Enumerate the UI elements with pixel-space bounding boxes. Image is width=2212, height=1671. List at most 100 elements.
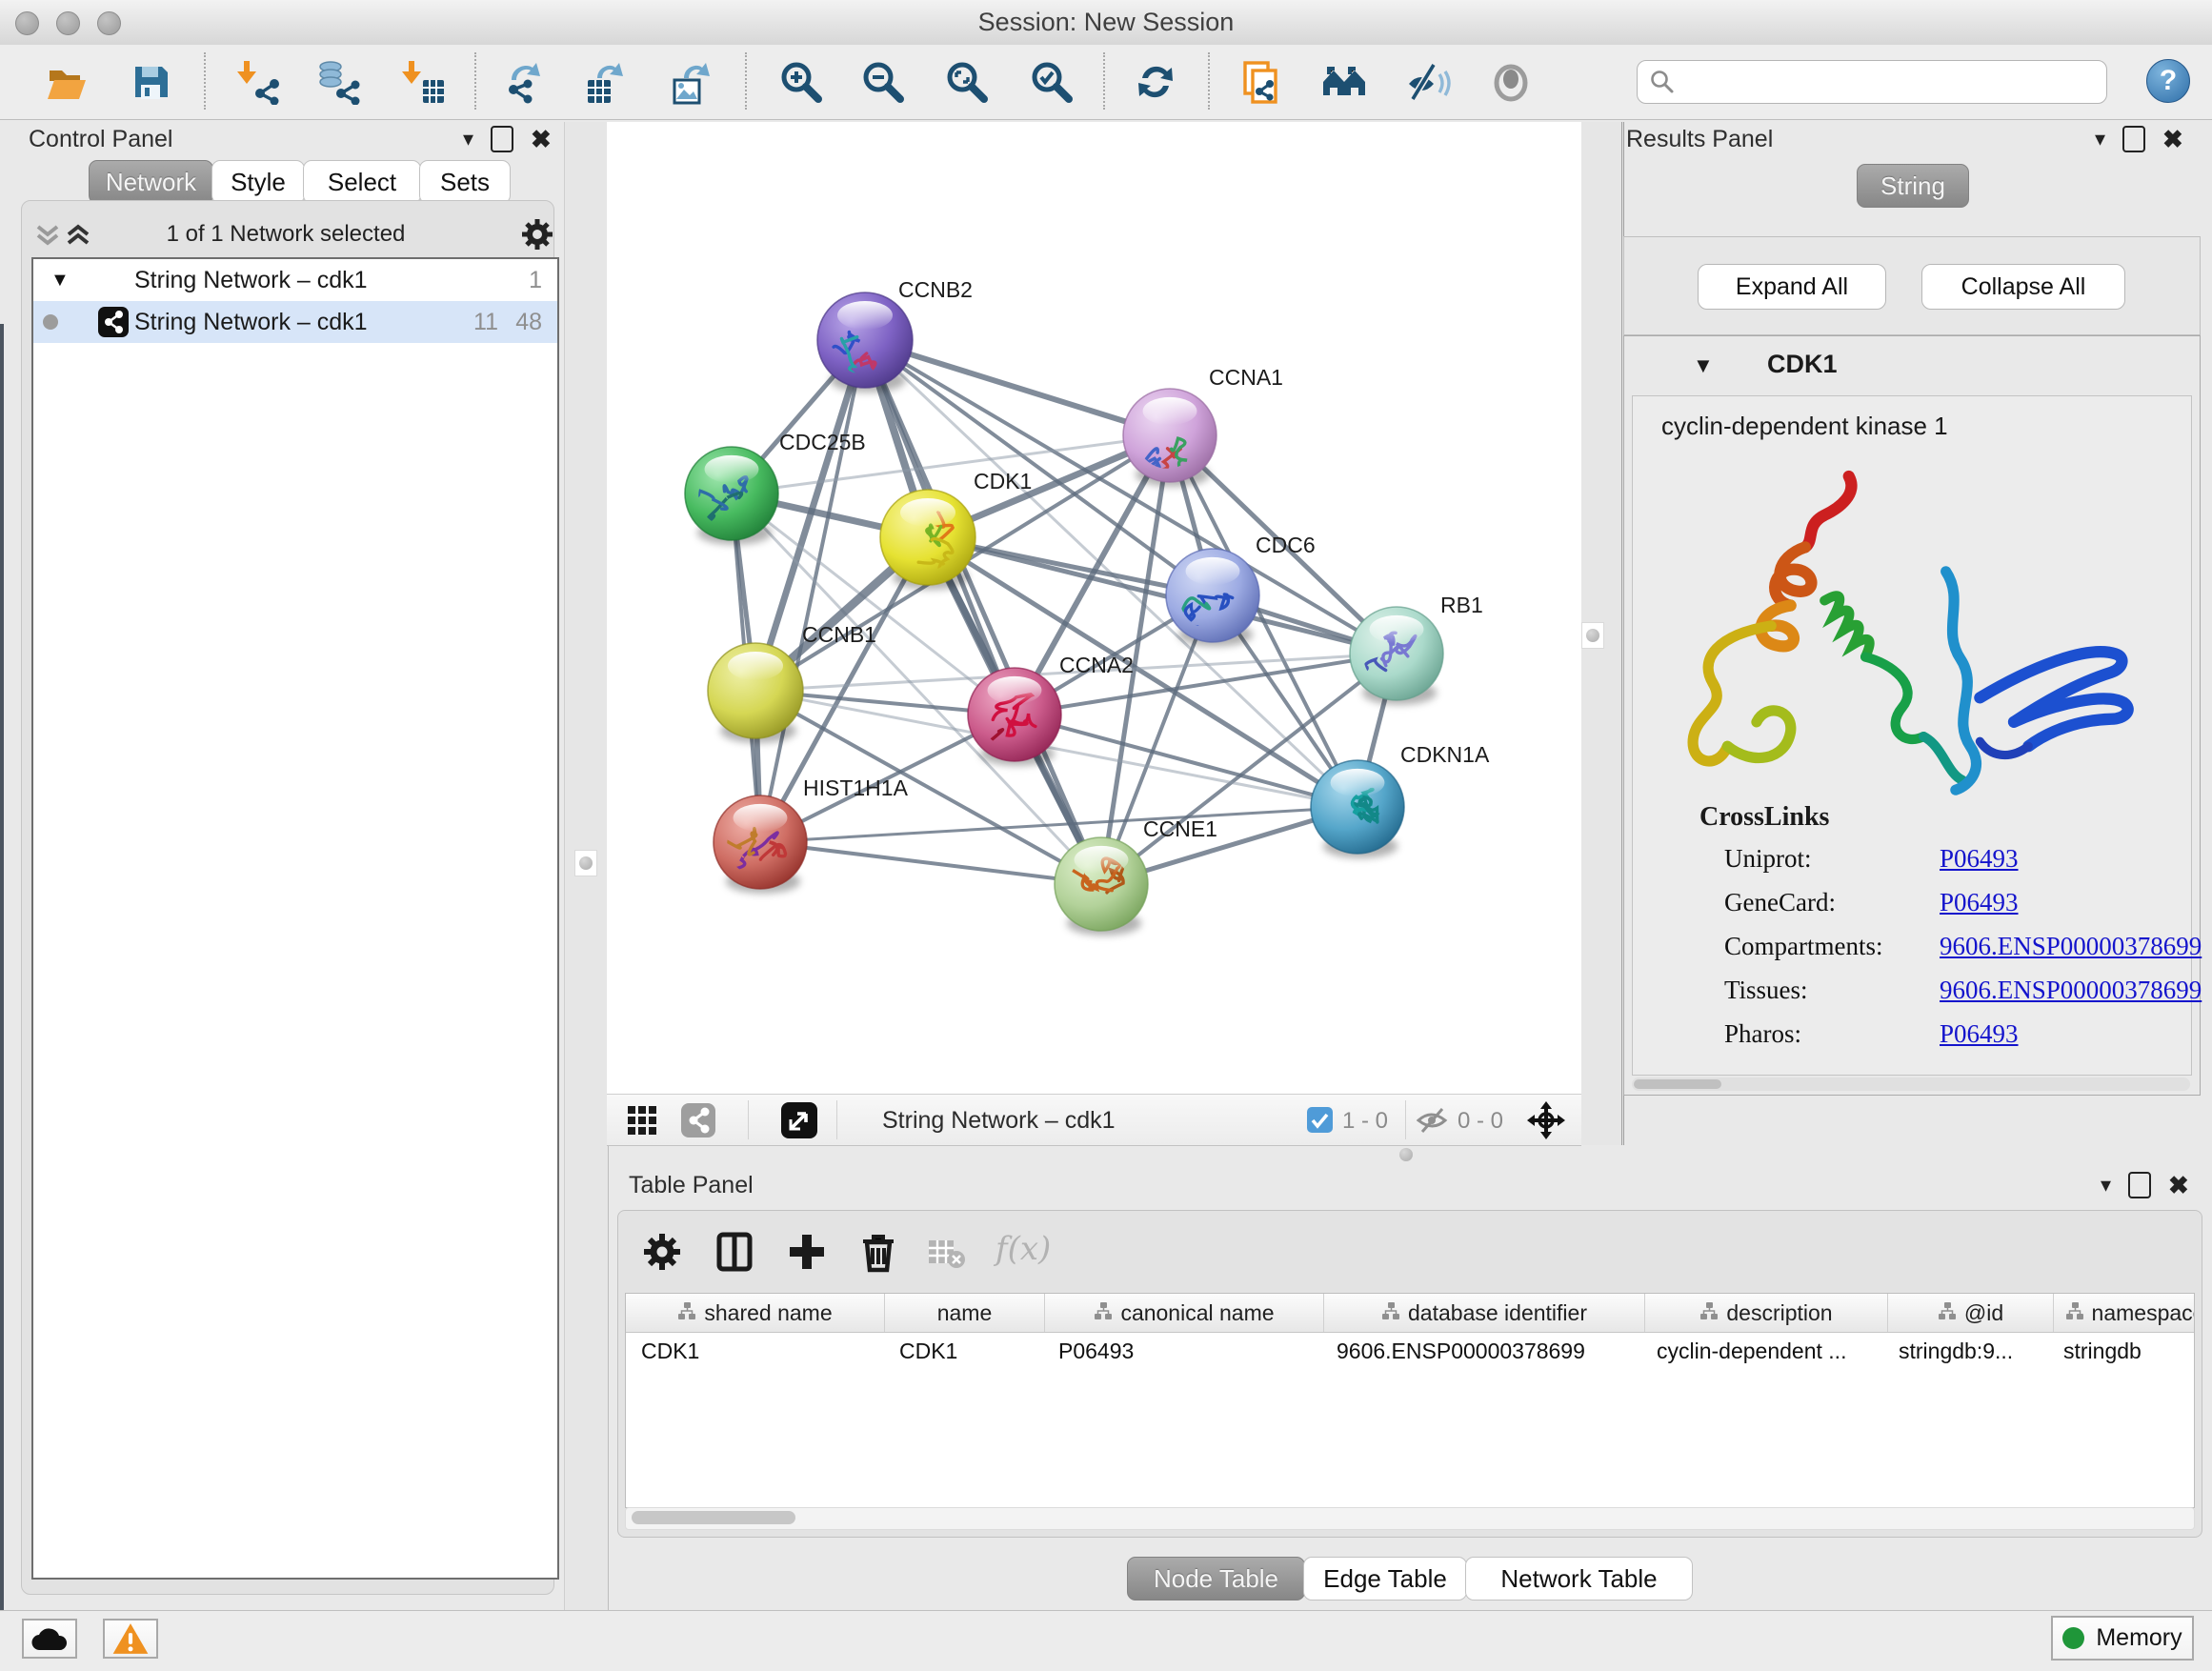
results-scrollbar[interactable] [1632, 1077, 2190, 1091]
network-edge[interactable] [760, 842, 1101, 884]
export-network-button[interactable] [502, 59, 548, 105]
table-h-scrollbar[interactable] [625, 1507, 2195, 1530]
tree-expander-icon[interactable]: ▼ [50, 270, 70, 292]
column-header-shared-name[interactable]: shared name [626, 1294, 885, 1332]
network-node-ccnb2[interactable]: CCNB2 [817, 277, 973, 393]
warnings-button[interactable] [103, 1619, 158, 1659]
network-options-gear-icon[interactable] [520, 217, 554, 252]
delete-table-button[interactable] [923, 1230, 969, 1276]
export-image-button[interactable] [669, 59, 714, 105]
clone-network-button[interactable] [1237, 59, 1283, 105]
panel-menu-icon[interactable]: ▾ [463, 129, 473, 150]
table-cell[interactable]: 9606.ENSP00000378699 [1321, 1332, 1641, 1370]
crosslink-link[interactable]: P06493 [1940, 844, 2019, 874]
table-cell[interactable]: cyclin-dependent ... [1641, 1332, 1883, 1370]
network-tree: ▼ String Network – cdk1 1 String Network… [31, 257, 559, 1580]
table-cell[interactable]: stringdb [2048, 1332, 2195, 1370]
network-badge-icon[interactable] [681, 1103, 715, 1137]
collapse-expand-chevrons[interactable] [34, 219, 91, 252]
network-node-cdk1[interactable]: CDK1 [880, 469, 1032, 590]
first-neighbors-button[interactable] [1321, 59, 1367, 105]
tab-node-table[interactable]: Node Table [1127, 1557, 1305, 1601]
tab-string[interactable]: String [1857, 164, 1969, 208]
search-input[interactable] [1683, 63, 2097, 99]
table-settings-button[interactable] [639, 1230, 685, 1276]
column-header-description[interactable]: description [1645, 1294, 1888, 1332]
save-session-button[interactable] [128, 59, 173, 105]
column-header-database-identifier[interactable]: database identifier [1324, 1294, 1645, 1332]
zoom-selected-button[interactable] [1028, 59, 1074, 105]
network-node-cdkn1a[interactable]: CDKN1A [1311, 742, 1490, 858]
cloud-status-button[interactable] [22, 1619, 77, 1659]
tab-network-table[interactable]: Network Table [1465, 1557, 1693, 1601]
zoom-in-button[interactable] [777, 59, 823, 105]
memory-button[interactable]: Memory [2051, 1616, 2194, 1661]
import-table-from-file-button[interactable] [400, 59, 446, 105]
show-column-button[interactable] [712, 1230, 757, 1276]
network-node-ccnb1[interactable]: CCNB1 [708, 622, 876, 743]
tab-network[interactable]: Network [89, 160, 213, 204]
right-splitter-handle[interactable] [1581, 622, 1604, 649]
panel-close-icon[interactable]: ✖ [2168, 1173, 2189, 1198]
network-canvas[interactable]: CCNB2CCNA1CDC25BCDK1CDC6RB1CCNB1CCNA2CDK… [607, 122, 1581, 1094]
table-cell[interactable]: P06493 [1043, 1332, 1321, 1370]
table-cell[interactable]: stringdb:9... [1883, 1332, 2048, 1370]
network-row-selected[interactable]: String Network – cdk1 11 48 [33, 301, 557, 343]
network-edge[interactable] [928, 537, 1397, 654]
crosslink-link[interactable]: P06493 [1940, 1019, 2019, 1049]
hide-selected-button[interactable] [1405, 59, 1451, 105]
tab-select[interactable]: Select [303, 160, 421, 204]
apply-layout-button[interactable] [1133, 59, 1178, 105]
show-all-button[interactable] [1488, 59, 1534, 105]
delete-column-button[interactable] [855, 1230, 901, 1276]
fit-selected-crosshair-icon[interactable] [1526, 1100, 1566, 1140]
crosslink-link[interactable]: 9606.ENSP00000378699 [1940, 932, 2202, 961]
panel-menu-icon[interactable]: ▾ [2095, 129, 2105, 150]
crosslink-link[interactable]: 9606.ENSP00000378699 [1940, 976, 2202, 1005]
column-header--id[interactable]: @id [1888, 1294, 2054, 1332]
table-row[interactable]: CDK1CDK1P064939606.ENSP00000378699cyclin… [626, 1332, 2195, 1370]
import-network-from-file-button[interactable] [235, 59, 281, 105]
table-cell[interactable]: CDK1 [884, 1332, 1043, 1370]
crosslink-link[interactable]: P06493 [1940, 888, 2019, 917]
import-network-from-database-button[interactable] [315, 59, 361, 105]
network-node-ccna1[interactable]: CCNA1 [1123, 365, 1283, 487]
panel-menu-icon[interactable]: ▾ [2101, 1175, 2111, 1196]
tab-edge-table[interactable]: Edge Table [1303, 1557, 1467, 1601]
tab-sets[interactable]: Sets [419, 160, 511, 204]
grid-view-icon[interactable] [628, 1106, 656, 1135]
network-edge[interactable] [760, 807, 1357, 842]
function-builder-button[interactable]: f(x) [995, 1230, 1081, 1268]
table-cell[interactable]: CDK1 [626, 1332, 884, 1370]
export-table-button[interactable] [584, 59, 630, 105]
network-edge[interactable] [760, 340, 865, 842]
panel-float-icon[interactable] [491, 126, 513, 152]
left-splitter-handle[interactable] [574, 850, 597, 876]
table-h-scrollbar-thumb[interactable] [632, 1511, 795, 1524]
network-node-rb1[interactable]: RB1 [1317, 593, 1483, 705]
column-header-name[interactable]: name [885, 1294, 1045, 1332]
panel-float-icon[interactable] [2128, 1172, 2151, 1198]
network-graph[interactable]: CCNB2CCNA1CDC25BCDK1CDC6RB1CCNB1CCNA2CDK… [607, 122, 1581, 1094]
network-edge[interactable] [865, 340, 1101, 884]
network-collection-row[interactable]: ▼ String Network – cdk1 1 [33, 259, 557, 301]
section-expander-icon[interactable]: ▼ [1693, 353, 1714, 378]
tab-style[interactable]: Style [211, 160, 305, 204]
expand-all-button[interactable]: Expand All [1698, 264, 1886, 310]
panel-close-icon[interactable]: ✖ [531, 127, 552, 151]
zoom-fit-button[interactable] [943, 59, 989, 105]
panel-close-icon[interactable]: ✖ [2162, 127, 2183, 151]
panel-float-icon[interactable] [2122, 126, 2145, 152]
column-header-namespace[interactable]: namespace [2054, 1294, 2195, 1332]
zoom-out-button[interactable] [859, 59, 905, 105]
network-edge[interactable] [1015, 715, 1357, 807]
open-session-button[interactable] [44, 59, 90, 105]
selected-checkbox-icon[interactable] [1307, 1107, 1333, 1133]
help-button[interactable]: ? [2146, 59, 2190, 103]
create-column-button[interactable] [784, 1230, 830, 1276]
collapse-all-button[interactable]: Collapse All [1921, 264, 2125, 310]
open-in-window-icon[interactable] [781, 1102, 817, 1138]
column-header-canonical-name[interactable]: canonical name [1045, 1294, 1324, 1332]
horizontal-splitter[interactable] [607, 1145, 2212, 1164]
results-scrollbar-thumb[interactable] [1634, 1079, 1721, 1089]
